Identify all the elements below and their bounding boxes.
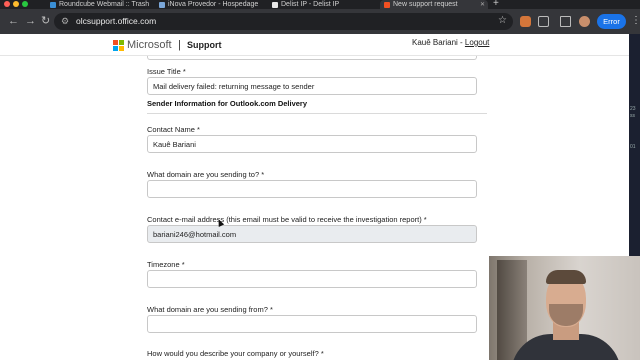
tab-inova[interactable]: iNova Provedor - Hospedage xyxy=(155,0,263,9)
tab-label: iNova Provedor - Hospedage xyxy=(168,1,259,8)
microsoft-favicon-icon xyxy=(384,1,390,8)
sending-from-domain-input[interactable] xyxy=(147,315,477,333)
contact-email-input[interactable]: bariani246@hotmail.com xyxy=(147,225,477,243)
webcam-overlay xyxy=(489,256,640,360)
sending-from-label: What domain are you sending from? * xyxy=(147,305,273,314)
contact-email-label: Contact e-mail address (this email must … xyxy=(147,215,427,224)
browser-menu-icon[interactable]: ⋮ xyxy=(631,15,640,26)
tab-label: Roundcube Webmail :: Trash xyxy=(59,1,150,8)
company-description-label: How would you describe your company or y… xyxy=(147,349,324,358)
back-icon[interactable]: ← xyxy=(8,15,19,27)
user-info: Kauê Bariani - Logout xyxy=(412,38,489,47)
section-divider xyxy=(147,113,487,114)
roundcube-favicon-icon xyxy=(50,1,56,8)
previous-field-bottom xyxy=(147,56,477,60)
issue-title-label: Issue Title * xyxy=(147,67,186,76)
sender-section-title: Sender Information for Outlook.com Deliv… xyxy=(147,99,308,108)
header-separator: | xyxy=(178,39,181,51)
close-tab-icon[interactable]: ✕ xyxy=(480,1,488,8)
sending-to-label: What domain are you sending to? * xyxy=(147,170,265,179)
microsoft-logo-icon[interactable] xyxy=(113,40,124,51)
tab-roundcube[interactable]: Roundcube Webmail :: Trash xyxy=(46,0,154,9)
tab-strip: Roundcube Webmail :: Trash iNova Provedo… xyxy=(0,0,640,9)
profile-avatar[interactable] xyxy=(579,16,590,27)
issue-title-input[interactable]: Mail delivery failed: returning message … xyxy=(147,77,477,95)
site-header: Microsoft | Support Kauê Bariani - Logou… xyxy=(0,34,629,56)
contact-name-label: Contact Name * xyxy=(147,125,200,134)
browser-toolbar: ← → ↻ ⚙ olcsupport.office.com ☆ Error ⋮ xyxy=(0,9,640,34)
minimize-window-icon[interactable] xyxy=(13,1,19,7)
url-text: olcsupport.office.com xyxy=(76,16,157,26)
support-link[interactable]: Support xyxy=(187,40,222,50)
delist-favicon-icon xyxy=(272,1,278,8)
extensions-puzzle-icon[interactable] xyxy=(538,16,549,27)
user-name: Kauê Bariani xyxy=(412,38,458,47)
reload-icon[interactable]: ↻ xyxy=(41,15,50,27)
desktop-edge-text: ss xyxy=(630,113,635,119)
tab-label: New support request xyxy=(393,1,458,8)
tab-delist-ip[interactable]: Delist IP - Delist IP xyxy=(268,0,376,9)
contact-name-input[interactable]: Kauê Bariani xyxy=(147,135,477,153)
timezone-label: Timezone * xyxy=(147,260,185,269)
side-panel-icon[interactable] xyxy=(560,16,571,27)
maximize-window-icon[interactable] xyxy=(22,1,28,7)
metamask-extension-icon[interactable] xyxy=(520,16,531,27)
error-button[interactable]: Error xyxy=(597,14,626,29)
address-bar[interactable]: ⚙ olcsupport.office.com ☆ xyxy=(54,13,513,30)
timezone-input[interactable] xyxy=(147,270,477,288)
user-separator: - xyxy=(457,38,465,47)
sending-to-domain-input[interactable] xyxy=(147,180,477,198)
close-window-icon[interactable] xyxy=(4,1,10,7)
bookmark-star-icon[interactable]: ☆ xyxy=(498,15,507,26)
desktop-edge-text: 01 xyxy=(630,144,636,150)
desktop-edge-text: 23 xyxy=(630,106,636,112)
brand-name: Microsoft xyxy=(127,39,172,51)
tab-label: Delist IP - Delist IP xyxy=(281,1,340,8)
logout-link[interactable]: Logout xyxy=(465,38,489,47)
inova-favicon-icon xyxy=(159,1,165,8)
site-info-icon[interactable]: ⚙ xyxy=(61,16,69,27)
tab-new-support-request[interactable]: New support request ✕ xyxy=(380,0,488,9)
plus-icon[interactable]: + xyxy=(493,0,499,9)
forward-icon[interactable]: → xyxy=(25,15,36,27)
